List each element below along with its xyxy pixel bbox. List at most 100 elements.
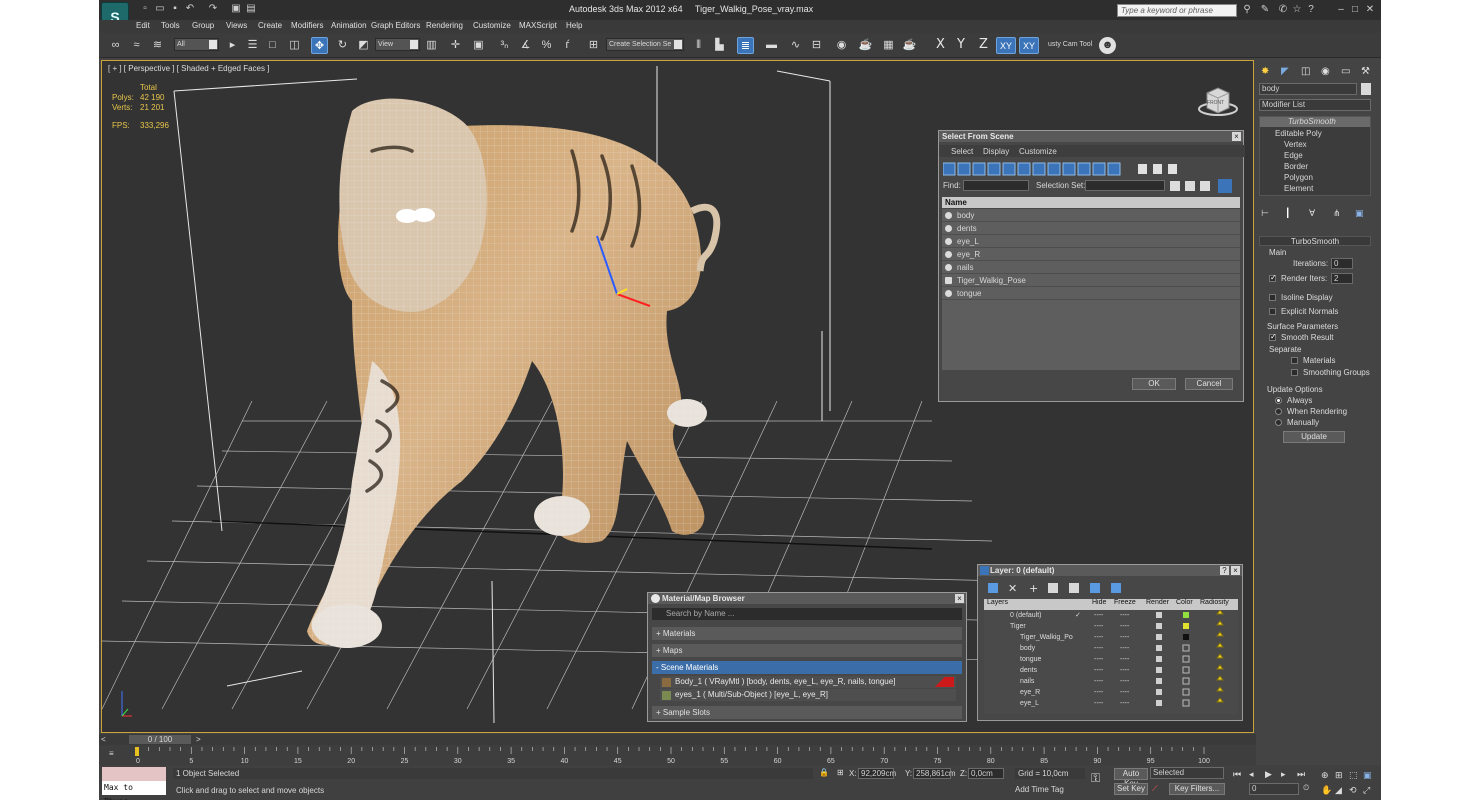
object-name-input[interactable]: body <box>1259 83 1357 95</box>
axis-x-button[interactable]: X <box>936 37 945 52</box>
material-search-input[interactable]: Search by Name ... <box>652 608 962 620</box>
x-coord-input[interactable]: 92,209cm <box>858 768 896 779</box>
render-iters-checkbox[interactable] <box>1269 273 1277 282</box>
layer-manager-title[interactable]: Layer: 0 (default) <box>978 565 1242 576</box>
select-from-scene-title[interactable]: Select From Scene <box>939 131 1243 142</box>
spinner-snap-icon[interactable]: ѓ <box>559 37 576 54</box>
select-rotate-icon[interactable]: ↻ <box>334 37 351 54</box>
modifier-list-dropdown[interactable]: Modifier List <box>1259 99 1371 111</box>
time-slider-thumb[interactable]: 0 / 100 <box>129 735 191 744</box>
sfs-menu-select[interactable]: Select <box>951 147 973 156</box>
subscription-icon[interactable]: ✎ <box>1259 4 1271 16</box>
material-entry-eyes[interactable]: eyes_1 ( Multi/Sub-Object ) [eye_L, eye_… <box>660 689 956 701</box>
isoline-display-checkbox[interactable] <box>1269 294 1276 301</box>
update-when-rendering-radio[interactable] <box>1275 408 1282 415</box>
track-bar[interactable]: ≡ 0 5 10 15 20 25 30 35 40 45 50 55 60 65 70 75 80 85 90 95… <box>99 745 1256 765</box>
set-key-icon[interactable]: ⚿ <box>1091 771 1100 786</box>
freeze-toggle[interactable]: ---- <box>1120 654 1129 665</box>
current-layer-check-icon[interactable]: ✓ <box>1075 610 1081 621</box>
stack-element[interactable]: Element <box>1284 184 1313 193</box>
name-column-header[interactable]: Name <box>942 197 1240 208</box>
camera-tool-label[interactable]: usty Cam Tool <box>1048 41 1092 48</box>
list-item[interactable]: Tiger_Walkig_Pose <box>942 274 1240 287</box>
axis-y-button[interactable]: Y <box>957 37 965 52</box>
hide-toggle[interactable]: ---- <box>1094 654 1103 665</box>
layer-object-row[interactable]: body ---- ---- <box>984 643 1234 654</box>
close-icon[interactable]: × <box>1232 132 1241 141</box>
layer-row-default[interactable]: 0 (default) ✓ ---- ---- <box>984 610 1234 621</box>
stack-editable-poly[interactable]: Editable Poly <box>1275 129 1322 138</box>
maximize-icon[interactable]: □ <box>1349 4 1361 16</box>
list-item[interactable]: nails <box>942 261 1240 274</box>
axis-z-button[interactable]: Z <box>979 37 988 52</box>
close-icon[interactable]: × <box>955 594 964 603</box>
layer-row-tiger[interactable]: Tiger ---- ---- <box>984 621 1234 632</box>
new-file-icon[interactable]: ▫ <box>139 3 151 15</box>
command-panel-tabs[interactable]: ✸ ◤ ◫ ◉ ▭ ⚒ <box>1259 62 1377 78</box>
hold-icon[interactable]: ▣ <box>230 3 242 15</box>
stack-edge[interactable]: Edge <box>1284 151 1303 160</box>
layer-manager-icon[interactable]: ≣ <box>737 37 754 54</box>
prev-frame-icon[interactable]: < <box>101 735 106 744</box>
playback-controls[interactable]: ⏮ ◂ ▶ ▸ ⏭ <box>1233 768 1311 780</box>
menu-maxscript[interactable]: MAXScript <box>519 21 557 30</box>
maps-section[interactable]: + Maps <box>652 644 962 657</box>
layer-object-row[interactable]: eye_R ---- ---- <box>984 687 1234 698</box>
named-selection-dropdown[interactable]: Create Selection Se <box>606 38 684 51</box>
axis-xy-button[interactable]: XY <box>996 37 1016 54</box>
z-coord-input[interactable]: 0,0cm <box>968 768 1004 779</box>
select-scale-icon[interactable]: ◩ <box>355 37 372 54</box>
bind-space-warp-icon[interactable]: ≋ <box>149 37 166 54</box>
menu-tools[interactable]: Tools <box>161 21 180 30</box>
layer-object-row[interactable]: dents ---- ---- <box>984 665 1234 676</box>
undo-icon[interactable]: ↶ <box>184 3 196 15</box>
update-button[interactable]: Update <box>1283 431 1345 443</box>
hide-toggle[interactable]: ---- <box>1094 687 1103 698</box>
fetch-icon[interactable]: ▤ <box>245 3 257 15</box>
col-color[interactable]: Color <box>1176 599 1193 606</box>
list-item[interactable]: dents <box>942 222 1240 235</box>
viewcube-icon[interactable]: FRONT <box>1197 79 1239 119</box>
keyword-search-input[interactable]: Type a keyword or phrase <box>1117 4 1237 17</box>
material-editor-icon[interactable]: ◉ <box>833 37 850 54</box>
rendered-frame-window-icon[interactable]: ▦ <box>880 37 897 54</box>
col-layers[interactable]: Layers <box>987 599 1008 606</box>
help-icon[interactable]: ? <box>1305 4 1317 16</box>
favorites-icon[interactable]: ☆ <box>1291 4 1303 16</box>
menu-customize[interactable]: Customize <box>473 21 511 30</box>
snaps-toggle-icon[interactable]: ³ₙ <box>496 37 513 54</box>
list-item[interactable]: eye_L <box>942 235 1240 248</box>
manipulate-icon[interactable]: ✛ <box>447 37 464 54</box>
auto-key-button[interactable]: Auto Key <box>1114 768 1148 788</box>
menu-edit[interactable]: Edit <box>136 21 150 30</box>
freeze-toggle[interactable]: ---- <box>1120 610 1129 621</box>
cancel-button[interactable]: Cancel <box>1185 378 1233 390</box>
layer-object-row[interactable]: Tiger_Walkig_Po ---- ---- <box>984 632 1234 643</box>
select-move-icon[interactable]: ✥ <box>311 37 328 54</box>
schematic-view-icon[interactable]: ⊟ <box>808 37 825 54</box>
key-mode-dropdown[interactable]: Selected <box>1150 767 1224 779</box>
dusty-cam-icon[interactable]: ☻ <box>1099 37 1116 54</box>
minimize-icon[interactable]: – <box>1335 4 1347 16</box>
save-file-icon[interactable]: ▪ <box>169 3 181 15</box>
explicit-normals-checkbox[interactable] <box>1269 308 1276 315</box>
keyboard-shortcut-override-icon[interactable]: ▣ <box>470 37 487 54</box>
layer-object-row[interactable]: tongue ---- ---- <box>984 654 1234 665</box>
maxscript-listener-input[interactable]: Max to Physc. <box>102 781 166 800</box>
separate-materials-checkbox[interactable] <box>1291 357 1298 364</box>
select-object-icon[interactable]: ▸ <box>224 37 241 54</box>
select-link-icon[interactable]: ∞ <box>107 37 124 54</box>
hide-toggle[interactable]: ---- <box>1094 698 1103 709</box>
freeze-toggle[interactable]: ---- <box>1120 632 1129 643</box>
hide-toggle[interactable]: ---- <box>1094 676 1103 687</box>
open-file-icon[interactable]: ▭ <box>154 3 166 15</box>
col-render[interactable]: Render <box>1146 599 1169 606</box>
help-button[interactable]: ? <box>1220 566 1229 575</box>
viewport-navigation-controls[interactable]: ⊕ ⊞ ⬚ ▣ ✋ ◢ ⟲ ⤢ <box>1321 768 1379 796</box>
sample-slots-section[interactable]: + Sample Slots <box>652 706 962 719</box>
list-item[interactable]: eye_R <box>942 248 1240 261</box>
add-time-tag[interactable]: Add Time Tag <box>1015 785 1064 794</box>
separate-smoothing-checkbox[interactable] <box>1291 369 1298 376</box>
layer-toolbar[interactable]: ✕ + <box>986 581 1126 595</box>
percent-snap-icon[interactable]: % <box>538 37 555 54</box>
